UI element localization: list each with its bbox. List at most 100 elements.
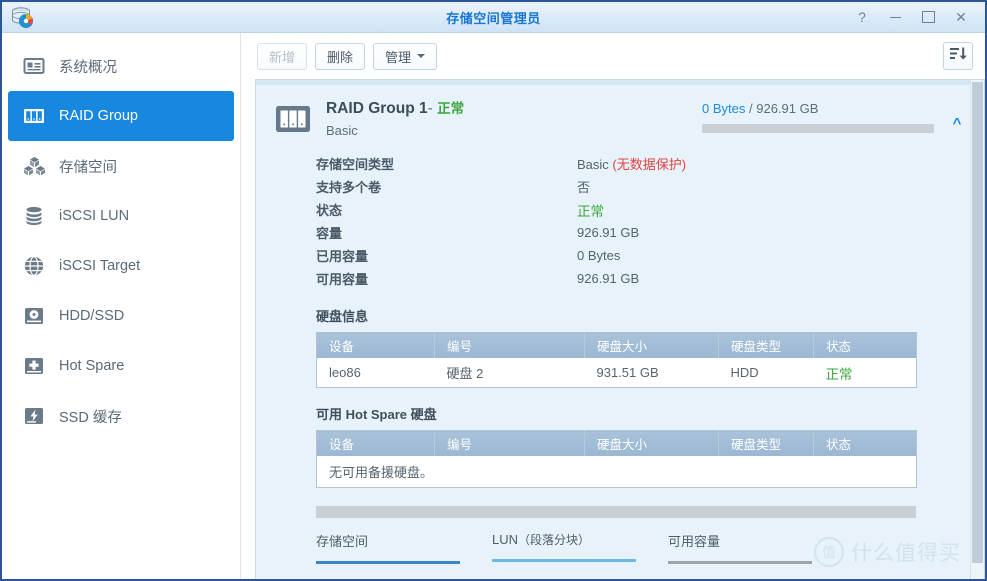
property-value-note: (无数据保护) <box>612 157 687 172</box>
property-value: Basic (无数据保护) <box>577 154 686 173</box>
maximize-icon[interactable] <box>920 9 936 25</box>
column-header-device[interactable]: 设备 <box>316 332 435 358</box>
cell-size: 931.51 GB <box>584 358 719 388</box>
sidebar-item-storage-space[interactable]: 存储空间 <box>8 141 234 191</box>
sidebar-item-label: 系统概况 <box>59 59 117 76</box>
summary-underline <box>492 559 636 562</box>
hot-spare-icon <box>22 354 46 378</box>
chevron-up-icon[interactable]: ^ <box>944 97 970 132</box>
summary-label-text: 存储空间 <box>316 534 369 549</box>
capacity-total: 926.91 GB <box>756 101 819 116</box>
property-row: 容量 926.91 GB <box>316 221 970 244</box>
sort-button[interactable] <box>943 42 973 70</box>
hotspare-table: 设备 编号 硬盘大小 硬盘类型 状态 无可用备援硬盘。 <box>316 430 917 488</box>
minimize-icon[interactable] <box>887 9 903 25</box>
property-value: 926.91 GB <box>577 271 640 286</box>
column-header-size[interactable]: 硬盘大小 <box>584 332 719 358</box>
property-key: 存储空间类型 <box>316 157 395 172</box>
sidebar-item-system-overview[interactable]: 系统概况 <box>8 41 234 91</box>
sidebar-item-label: Hot Spare <box>59 358 125 374</box>
raid-group-properties: 存储空间类型 Basic (无数据保护) 支持多个卷 否 状态 正常 容量 92… <box>316 152 970 290</box>
sidebar-item-ssd-cache[interactable]: SSD 缓存 <box>8 391 234 441</box>
sidebar-item-label: HDD/SSD <box>59 308 125 324</box>
property-value: 926.91 GB <box>577 225 640 240</box>
window-controls: ? ✕ <box>854 9 985 26</box>
scrollbar-thumb[interactable] <box>972 82 983 563</box>
sort-descending-icon <box>949 46 967 66</box>
summary-label-text: 可用容量 <box>668 534 721 549</box>
column-header-number[interactable]: 编号 <box>434 332 585 358</box>
sidebar-item-label: RAID Group <box>59 108 138 124</box>
main-area: 新增 删除 管理 RAID Group 1- 正常 Basic 0 Bytes … <box>241 33 985 579</box>
delete-button-label: 删除 <box>327 49 354 65</box>
table-empty-row: 无可用备援硬盘。 <box>316 456 917 488</box>
property-row: 已用容量 0 Bytes <box>316 244 970 267</box>
help-icon[interactable]: ? <box>854 9 870 25</box>
raid-group-separator: - <box>427 100 433 117</box>
cell-device: leo86 <box>316 358 435 388</box>
manage-button-label: 管理 <box>385 49 412 65</box>
create-button[interactable]: 新增 <box>257 42 308 70</box>
sidebar-item-iscsi-lun[interactable]: iSCSI LUN <box>8 191 234 241</box>
title-bar: 存储空间管理员 ? ✕ <box>2 0 985 33</box>
content-panel: RAID Group 1- 正常 Basic 0 Bytes / 926.91 … <box>255 79 985 579</box>
table-row[interactable]: leo86 硬盘 2 931.51 GB HDD 正常 <box>316 358 917 388</box>
delete-button[interactable]: 删除 <box>315 42 366 70</box>
property-value-text: 正常 <box>577 203 604 219</box>
raid-group-header-text: RAID Group 1- 正常 Basic <box>326 97 464 138</box>
close-icon[interactable]: ✕ <box>953 9 969 25</box>
content-scrollbar[interactable] <box>970 80 984 579</box>
property-key: 可用容量 <box>316 272 369 287</box>
column-header-type[interactable]: 硬盘类型 <box>718 332 814 358</box>
property-value-text: Basic <box>577 157 609 172</box>
window-body: 系统概况 RAID Group 存储空间 iSCSI LUN iSCSI Tar… <box>2 33 985 579</box>
raid-group-header-icon <box>274 102 312 136</box>
capacity-text: 0 Bytes / 926.91 GB <box>702 101 934 116</box>
property-key: 支持多个卷 <box>316 180 382 195</box>
sidebar-item-hdd-ssd[interactable]: HDD/SSD <box>8 291 234 341</box>
table-header-row: 设备 编号 硬盘大小 硬盘类型 状态 <box>316 430 917 456</box>
sidebar-item-hot-spare[interactable]: Hot Spare <box>8 341 234 391</box>
summary-column-storage: 存储空间 0Bytes <box>316 531 492 579</box>
ssd-cache-icon <box>22 404 46 428</box>
column-header-type[interactable]: 硬盘类型 <box>718 430 814 456</box>
empty-message: 无可用备援硬盘。 <box>316 456 917 488</box>
capacity-separator: / <box>748 101 753 116</box>
property-key: 容量 <box>316 226 343 241</box>
summary-label: 可用容量 <box>668 531 844 550</box>
raid-group-status: 正常 <box>437 101 465 116</box>
property-value: 否 <box>577 180 591 195</box>
sidebar-item-label: 存储空间 <box>59 159 117 176</box>
column-header-status[interactable]: 状态 <box>813 430 917 456</box>
summary-top-strip <box>316 506 916 518</box>
property-key: 已用容量 <box>316 249 369 264</box>
disk-table-title: 硬盘信息 <box>316 309 369 324</box>
column-header-device[interactable]: 设备 <box>316 430 435 456</box>
property-row: 可用容量 926.91 GB <box>316 267 970 290</box>
summary-underline <box>316 561 460 564</box>
summary-column-available: 可用容量 926.9GB <box>668 531 844 579</box>
property-value: 0 Bytes <box>577 248 621 263</box>
summary-label: 存储空间 <box>316 531 492 550</box>
property-row: 存储空间类型 Basic (无数据保护) <box>316 152 970 175</box>
column-header-number[interactable]: 编号 <box>434 430 585 456</box>
raid-group-name: RAID Group 1 <box>326 100 428 117</box>
column-header-size[interactable]: 硬盘大小 <box>584 430 719 456</box>
summary-value-number: 0 <box>492 577 504 579</box>
window-title: 存储空间管理员 <box>446 10 541 26</box>
property-row: 支持多个卷 否 <box>316 175 970 198</box>
summary-column-lun: LUN（段落分块） 0Bytes <box>492 531 668 579</box>
disk-info-table: 设备 编号 硬盘大小 硬盘类型 状态 leo86 硬盘 2 931.51 GB … <box>316 332 917 388</box>
sidebar-item-label: iSCSI LUN <box>59 208 130 224</box>
create-button-label: 新增 <box>269 49 296 65</box>
sidebar-item-iscsi-target[interactable]: iSCSI Target <box>8 241 234 291</box>
property-row: 状态 正常 <box>316 198 970 221</box>
raid-group-header[interactable]: RAID Group 1- 正常 Basic 0 Bytes / 926.91 … <box>256 85 970 148</box>
chevron-down-icon <box>417 54 426 58</box>
raid-group-subtitle: Basic <box>326 123 358 138</box>
sidebar-item-raid-group[interactable]: RAID Group <box>8 91 234 141</box>
storage-manager-window: 存储空间管理员 ? ✕ 系统概况 RAID Group 存储空间 iSCSI L… <box>0 0 987 581</box>
column-header-status[interactable]: 状态 <box>813 332 917 358</box>
summary-label-text: LUN <box>492 532 519 547</box>
manage-button[interactable]: 管理 <box>373 42 438 70</box>
